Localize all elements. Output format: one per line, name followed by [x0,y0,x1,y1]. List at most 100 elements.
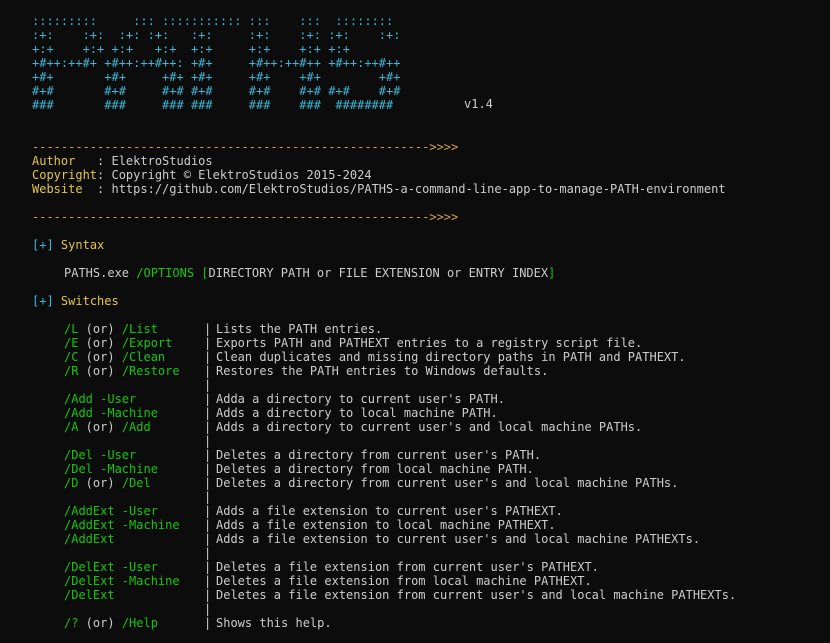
switch-row: /AddExt -User | Adds a file extension to c… [0,504,830,518]
switch-part: (or) [78,420,122,434]
switch-description: Deletes a file extension from local mach… [216,574,592,588]
column-divider: | [204,434,212,448]
switch-part: (or) [78,336,122,350]
syntax-options: /OPTIONS [136,266,195,280]
column-divider: | [204,476,212,490]
switch-part: /C [64,350,79,364]
info-value: : ElektroStudios [97,154,213,168]
switch-name: /A (or) /Add [64,420,151,434]
switch-row: /Add -Machine | Adds a directory to local … [0,406,830,420]
column-divider: | [204,392,212,406]
switch-row: /AddExt -Machine | Adds a file extension t… [0,518,830,532]
switch-part: /Help [121,616,158,630]
switch-part: /Clean [121,350,166,364]
column-divider: | [204,616,212,630]
switch-part: /D [64,476,79,490]
switch-description: Shows this help. [216,616,332,630]
syntax-exe: PATHS.exe [64,266,130,280]
switch-part: /? [64,616,79,630]
switch-description: Restores the PATH entries to Windows def… [216,364,549,378]
switch-description: Exports PATH and PATHEXT entries to a re… [216,336,643,350]
switch-row: /R (or) /Restore | Restores the PATH entri… [0,364,830,378]
column-divider: | [204,406,212,420]
switch-part: (or) [78,350,122,364]
switch-description: Deletes a file extension from current us… [216,588,737,602]
switch-row: /AddExt | Adds a file extension to current… [0,532,830,546]
column-divider: | [204,322,212,336]
switch-row: /C (or) /Clean | Clean duplicates and miss… [0,350,830,364]
switch-name: /Add -User [64,392,136,406]
switch-name: /Del -Machine [64,462,158,476]
column-divider: | [204,462,212,476]
switch-part: /Add [121,420,151,434]
switch-name: /? (or) /Help [64,616,158,630]
separator-line: ----------------------------------------… [32,140,459,154]
info-website: Website : https://github.com/ElektroStud… [32,182,726,196]
switch-part: /Restore [121,364,180,378]
switch-row: /DelExt -Machine | Deletes a file extensio… [0,574,830,588]
switch-name: /R (or) /Restore [64,364,180,378]
column-divider: | [204,602,212,616]
column-divider: | [204,546,212,560]
info-key: Author [32,154,98,168]
section-title: Syntax [60,238,105,252]
switch-name: /AddExt -Machine [64,518,180,532]
switch-part: /Del -Machine [64,462,158,476]
column-divider: | [204,448,212,462]
switch-part: (or) [78,476,122,490]
switch-description: Deletes a directory from local machine P… [216,462,534,476]
info-copyright: Copyright: Copyright © ElektroStudios 20… [32,168,372,182]
switch-part: /AddExt -User [64,504,158,518]
switch-part: /Del -User [64,448,137,462]
switch-description: Deletes a file extension from current us… [216,560,599,574]
section-title: Switches [60,294,119,308]
switch-part: /DelExt -User [64,560,158,574]
switch-name: /DelExt -User [64,560,158,574]
switch-description: Adds a file extension to current user's … [216,532,701,546]
column-divider: | [204,350,212,364]
switch-description: Adds a directory to current user's and l… [216,420,643,434]
ascii-banner: ::::::::: ::: ::::::::::: ::: ::: ::::::… [32,14,401,112]
syntax-close-bracket: ] [548,266,556,280]
switch-part: /DelExt [64,588,115,602]
switch-name: /C (or) /Clean [64,350,165,364]
syntax-args: DIRECTORY PATH or FILE EXTENSION or ENTR… [208,266,549,280]
switch-name: /DelExt -Machine [64,574,180,588]
switch-description: Deletes a directory from current user's … [216,476,679,490]
switch-part: /A [64,420,79,434]
column-divider: | [204,420,212,434]
switch-row: /L (or) /List | Lists the PATH entries. [0,322,830,336]
terminal-window[interactable]: ::::::::: ::: ::::::::::: ::: ::: ::::::… [0,0,830,643]
switch-description: Adds a file extension to current user's … [216,504,563,518]
switch-description: Adda a directory to current user's PATH. [216,392,505,406]
switch-description: Adds a file extension to local machine P… [216,518,556,532]
column-divider: | [204,378,212,392]
switch-name: /Add -Machine [64,406,158,420]
switch-name: /AddExt -User [64,504,158,518]
switch-description: Clean duplicates and missing directory p… [216,350,686,364]
info-author: Author : ElektroStudios [32,154,213,168]
switch-name: /L (or) /List [64,322,158,336]
info-value: : Copyright © ElektroStudios 2015-2024 [97,168,372,182]
column-divider: | [204,518,212,532]
column-divider: | [204,532,212,546]
switch-part: /L [64,322,79,336]
info-key: Copyright [32,168,98,182]
info-key: Website [32,182,98,196]
switch-part: (or) [78,364,122,378]
switch-part: /E [64,336,79,350]
switch-description: Lists the PATH entries. [216,322,383,336]
column-divider: | [204,364,212,378]
switch-part: /AddExt -Machine [64,518,180,532]
switch-part: (or) [78,322,122,336]
switch-part: /Export [121,336,173,350]
syntax-open-bracket: [ [201,266,209,280]
separator-line: ----------------------------------------… [32,210,459,224]
switch-part: /DelExt -Machine [64,574,180,588]
switch-part: /AddExt [64,532,115,546]
syntax-heading: [+] Syntax [32,238,104,252]
switch-row: /DelExt -User | Deletes a file extension f… [0,560,830,574]
switch-row: /DelExt | Deletes a file extension from cu… [0,588,830,602]
switch-part: /R [64,364,79,378]
switch-row: /A (or) /Add | Adds a directory to current… [0,420,830,434]
